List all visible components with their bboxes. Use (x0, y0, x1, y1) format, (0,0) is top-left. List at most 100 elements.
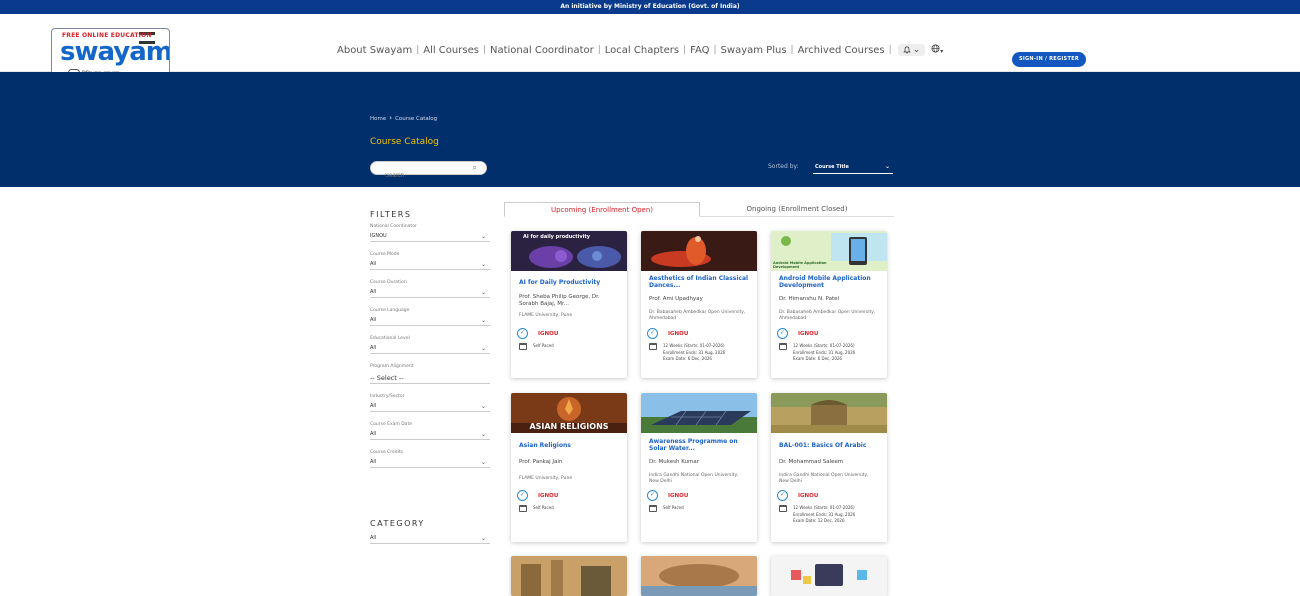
language-button[interactable]: ▾ (931, 44, 943, 56)
filter-value: IGNOU (370, 233, 387, 239)
nav-separator: | (713, 45, 717, 55)
ignou-logo-icon: ✓ (777, 328, 788, 339)
nav-all-courses[interactable]: All Courses (423, 45, 479, 56)
course-thumbnail (641, 231, 757, 271)
filter-label: National Coordinator (370, 224, 417, 229)
hero-banner: Home›Course Catalog Course Catalog ⌕ Sor… (0, 72, 1300, 187)
nav-separator: | (790, 45, 794, 55)
course-card[interactable] (511, 556, 627, 596)
filter-select[interactable]: All ⌄ (370, 344, 490, 354)
course-card[interactable]: AI for daily productivity AI for Daily P… (511, 231, 627, 378)
schedule-line: 12 Weeks (Starts: 01-07-2026) (663, 343, 725, 348)
course-card[interactable]: BAL-001: Basics Of Arabic Dr. Mohammad S… (771, 393, 887, 542)
filter-select[interactable]: All ⌄ (370, 458, 490, 468)
globe-icon (931, 44, 940, 53)
coordinator-name: IGNOU (538, 330, 559, 337)
course-thumbnail (641, 556, 757, 596)
ignou-logo-icon: ✓ (517, 328, 528, 339)
filter-label: Course Exam Date (370, 422, 412, 427)
breadcrumb-home[interactable]: Home (370, 116, 386, 122)
chevron-down-icon: ⌄ (912, 45, 921, 55)
thumbnail-caption: ASIAN RELIGIONS (529, 422, 609, 431)
filter-course-exam-date: Course Exam Date All ⌄ (370, 422, 490, 440)
course-instructor: Prof. Sheba Philip George, Dr. Sorabh Ba… (519, 294, 600, 307)
search-icon[interactable]: ⌕ (473, 163, 477, 173)
ignou-logo-icon: ✓ (517, 490, 528, 501)
nav-national-coordinator[interactable]: National Coordinator (490, 45, 594, 56)
course-title[interactable]: Android Mobile Application Development (779, 275, 881, 289)
filter-course-mode: Course Mode All ⌄ (370, 252, 490, 270)
course-card[interactable]: ASIAN RELIGIONS Asian Religions Prof. Pa… (511, 393, 627, 542)
course-thumbnail (641, 393, 757, 433)
sort-select[interactable]: Course Title ⌄ (813, 161, 893, 174)
filter-select[interactable]: All ⌄ (370, 260, 490, 270)
filter-course-credits: Course Credits All ⌄ (370, 450, 490, 468)
filter-label: Course Language (370, 308, 410, 313)
course-thumbnail (771, 556, 887, 596)
course-title[interactable]: Asian Religions (519, 442, 621, 449)
nav-archived-courses[interactable]: Archived Courses (798, 45, 885, 56)
course-card[interactable] (771, 556, 887, 596)
coordinator-badge: ✓ IGNOU (517, 328, 558, 339)
course-title[interactable]: Aesthetics of Indian Classical Dances... (649, 275, 751, 289)
nav-separator: | (482, 45, 486, 55)
filter-select[interactable]: IGNOU ⌄ (370, 232, 490, 242)
filter-value: All (370, 289, 377, 295)
course-title[interactable]: AI for Daily Productivity (519, 279, 621, 286)
chevron-right-icon: › (389, 114, 393, 122)
course-card[interactable] (641, 556, 757, 596)
course-schedule: Self Paced (649, 505, 684, 512)
page-title: Course Catalog (370, 137, 439, 147)
course-instructor: Dr. Mohammad Saleem (779, 459, 844, 465)
coordinator-name: IGNOU (798, 330, 819, 337)
course-schedule: 12 Weeks (Starts: 01-07-2026) Enrollment … (779, 343, 855, 363)
signin-register-button[interactable]: SIGN-IN / REGISTER (1012, 52, 1086, 67)
course-instructor: Dr. Himanshu N. Patel (779, 296, 840, 302)
filter-select[interactable]: All ⌄ (370, 288, 490, 298)
course-instructor: Prof. Pankaj Jain (519, 459, 563, 465)
filter-value: All (370, 459, 377, 465)
nav-local-chapters[interactable]: Local Chapters (605, 45, 679, 56)
nav-faq[interactable]: FAQ (690, 45, 709, 56)
filter-value: All (370, 403, 377, 409)
course-title[interactable]: Awareness Programme on Solar Water... (649, 438, 751, 452)
course-card[interactable]: Awareness Programme on Solar Water... Dr… (641, 393, 757, 542)
thumbnail-caption: AI for daily productivity (523, 234, 590, 240)
search-input[interactable] (385, 170, 475, 182)
ignou-logo-icon: ✓ (647, 490, 658, 501)
nav-about-swayam[interactable]: About Swayam (337, 45, 412, 56)
schedule-line: 12 Weeks (Starts: 01-07-2026) (793, 505, 855, 510)
course-schedule: 12 Weeks (Starts: 01-07-2026) Enrollment … (649, 343, 725, 363)
filter-select[interactable]: -- Select -- (370, 372, 490, 384)
nav-separator: | (597, 45, 601, 55)
course-card[interactable]: Aesthetics of Indian Classical Dances...… (641, 231, 757, 378)
schedule-line: Self Paced (663, 505, 684, 510)
course-university: Indira Gandhi National Open University, … (649, 473, 739, 484)
filter-select[interactable]: All ⌄ (370, 430, 490, 440)
enrollment-tabs: Upcoming (Enrollment Open) Ongoing (Enro… (504, 202, 894, 217)
filter-select[interactable]: All ⌄ (370, 316, 490, 326)
filter-select[interactable]: All ⌄ (370, 402, 490, 412)
coordinator-badge: ✓ IGNOU (647, 328, 688, 339)
category-select[interactable]: All ⌄ (370, 534, 490, 544)
category-value: All (370, 535, 377, 541)
breadcrumb-current: Course Catalog (395, 116, 438, 122)
breadcrumb: Home › Course Catalog (370, 114, 437, 122)
chevron-down-icon: ⌄ (480, 431, 486, 438)
course-schedule: Self Paced (519, 505, 554, 512)
main-nav: About Swayam | All Courses | National Coor… (337, 44, 943, 56)
nav-swayam-plus[interactable]: Swayam Plus (721, 45, 787, 56)
course-university: Indira Gandhi National Open University, … (779, 473, 869, 484)
tab-ongoing[interactable]: Ongoing (Enrollment Closed) (700, 202, 894, 217)
tab-upcoming[interactable]: Upcoming (Enrollment Open) (504, 202, 700, 217)
chevron-down-icon: ⌄ (480, 535, 486, 542)
calendar-icon (649, 505, 657, 512)
ignou-logo-icon: ✓ (777, 490, 788, 501)
course-university: FLAME University, Pune (519, 476, 573, 481)
filter-label: Educational Level (370, 336, 410, 341)
notifications-button[interactable]: ⌄ (897, 44, 926, 56)
course-title[interactable]: BAL-001: Basics Of Arabic (779, 442, 881, 449)
nav-separator: | (888, 45, 892, 55)
course-card[interactable]: Android Mobile Application Development A… (771, 231, 887, 378)
sort-value: Course Title (815, 164, 849, 170)
